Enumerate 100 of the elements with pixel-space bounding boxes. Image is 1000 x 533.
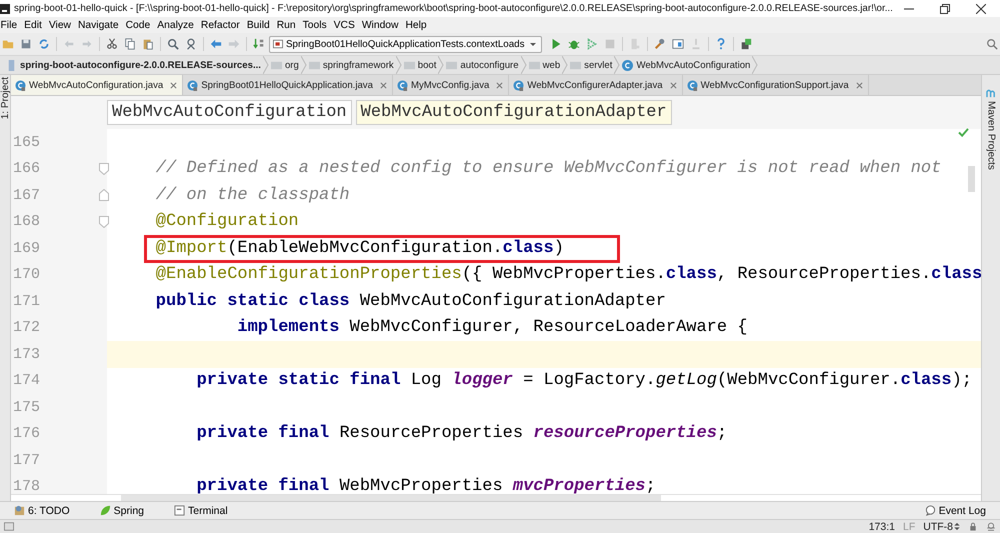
class-icon	[187, 80, 198, 90]
code-line: // Defined as a nested config to ensure WebMvcConfigurer is not read when not	[156, 159, 942, 178]
line-number: 170	[13, 266, 40, 284]
breadcrumb-item[interactable]: autoconfigure	[444, 60, 521, 70]
code-line: // on the classpath	[156, 186, 350, 205]
line-number: 172	[13, 319, 40, 336]
code-line: private final WebMvcProperties mvcProperties;	[196, 477, 656, 494]
cut-icon[interactable]	[106, 38, 118, 50]
menu-item[interactable]: View	[45, 20, 74, 30]
menu-item[interactable]: Navigate	[74, 20, 122, 30]
structure-breadcrumb[interactable]: WebMvcAutoConfiguration	[107, 100, 352, 125]
line-number: 166	[13, 160, 40, 178]
sync-icon[interactable]	[38, 38, 50, 50]
menu-item[interactable]: Edit	[20, 20, 46, 30]
folder-icon	[404, 60, 415, 70]
menu-item[interactable]: Tools	[299, 20, 330, 30]
save-icon[interactable]	[20, 38, 32, 50]
chevron-icon	[438, 56, 444, 74]
menu-item[interactable]: Analyze	[154, 20, 198, 30]
structure-breadcrumb[interactable]: WebMvcAutoConfigurationAdapter	[356, 100, 672, 125]
menu-item[interactable]: Code	[122, 20, 154, 30]
panel-toggle-icon[interactable]	[4, 522, 14, 531]
menu-item[interactable]: Build	[243, 20, 274, 30]
breadcrumb-item[interactable]: spring-boot-autoconfigure-2.0.0.RELEASE-sources...	[4, 60, 263, 70]
menu-item[interactable]: File	[0, 20, 21, 30]
scrollbar-thumb[interactable]	[968, 166, 975, 192]
menu-item[interactable]: VCS	[330, 20, 358, 30]
line-number: 177	[13, 452, 40, 469]
file-encoding[interactable]: UTF-8	[923, 520, 953, 532]
search-icon[interactable]	[986, 38, 998, 50]
breadcrumb-item[interactable]: servlet	[568, 60, 614, 70]
terminal-icon	[174, 505, 185, 516]
line-number: 171	[13, 292, 40, 310]
run-configuration-dropdown[interactable]: SpringBoot01HelloQuickApplicationTests.contextLoads	[269, 36, 542, 52]
fold-marker-icon[interactable]	[99, 189, 109, 202]
line-number: 169	[13, 240, 40, 257]
speech-bubble-icon	[924, 505, 936, 516]
fold-marker-icon[interactable]	[99, 216, 109, 228]
folder-icon	[446, 60, 458, 70]
checkmark-icon	[958, 128, 969, 137]
breadcrumb-item[interactable]: web	[526, 60, 562, 70]
menu-item[interactable]: Help	[402, 20, 430, 30]
event-log-button[interactable]: Event Log	[924, 504, 1000, 516]
tool-window-button[interactable]: Spring	[100, 504, 158, 516]
chevron-icon	[562, 56, 568, 74]
code-line: public static class WebMvcAutoConfigurationAdapter	[156, 292, 666, 311]
structure-icon[interactable]	[672, 38, 684, 50]
build-icon[interactable]	[253, 38, 265, 50]
close-icon[interactable]	[976, 4, 986, 14]
folder-icon	[528, 60, 540, 70]
tool-window-button[interactable]: Terminal	[174, 504, 242, 516]
code-line: implements WebMvcConfigurer, ResourceLoaderAware {	[237, 318, 748, 338]
menu-item[interactable]: Run	[273, 20, 300, 30]
paste-icon[interactable]	[142, 38, 154, 50]
class-icon	[15, 80, 26, 90]
line-number: 165	[13, 134, 40, 151]
chevron-icon	[300, 56, 307, 74]
menu-item[interactable]: Refactor	[197, 20, 244, 30]
chevron-icon	[396, 56, 402, 74]
help-icon[interactable]	[714, 38, 727, 50]
update-icon[interactable]	[740, 38, 752, 50]
chevron-icon	[262, 56, 269, 74]
tool-window-button[interactable]: 6: TODO	[14, 504, 84, 516]
folder-icon	[308, 60, 320, 70]
window-title: spring-boot-01-hello-quick - [F:\\spring-boot-01-hello-quick] - F:\repository\org\springframework\boot\spring-boot-autoconfigure\2.0.0.RELEASE\spring-boot-autoconfigure-2.0.0.RELEASE-sources.jar!\or...	[14, 3, 894, 14]
leaf-icon	[100, 505, 111, 516]
line-number: 168	[13, 213, 40, 230]
caret-position[interactable]: 173:1	[868, 520, 895, 532]
chevron-icon	[614, 56, 620, 74]
line-number: 178	[13, 478, 40, 494]
scrollbar-thumb[interactable]	[121, 495, 661, 501]
maven-panel-tab[interactable]: Maven Projects	[986, 101, 996, 170]
folder-icon	[270, 60, 282, 70]
editor-tab[interactable]: WebMvcAutoConfiguration.java	[11, 75, 184, 95]
lock-icon[interactable]	[968, 522, 978, 531]
breadcrumb-item[interactable]: springframework	[306, 60, 396, 70]
class-icon	[513, 80, 524, 90]
copy-icon[interactable]	[124, 38, 136, 50]
run-icon[interactable]	[550, 38, 562, 50]
editor-tab[interactable]: WebMvcConfigurationSupport.java	[682, 75, 869, 95]
test-config-icon	[273, 39, 283, 49]
line-number: 175	[13, 398, 40, 416]
jar-icon	[6, 60, 17, 70]
breadcrumb-item[interactable]: WebMvcAutoConfiguration	[620, 60, 752, 70]
breadcrumb-item[interactable]: org	[268, 60, 301, 70]
menu-item[interactable]: Window	[358, 20, 402, 30]
coverage-icon[interactable]	[586, 38, 598, 50]
back-icon[interactable]	[210, 38, 222, 50]
code-line: @Configuration	[156, 212, 299, 232]
dropdown-arrows-icon[interactable]	[954, 522, 960, 531]
find-icon[interactable]	[167, 38, 179, 50]
class-icon	[686, 80, 698, 90]
code-line: private static final Log logger = LogFactory.getLog(WebMvcConfigurer.class);	[196, 371, 972, 390]
restore-icon[interactable]	[940, 4, 950, 14]
settings-icon[interactable]	[654, 38, 666, 50]
fold-marker-icon[interactable]	[99, 162, 109, 175]
debug-icon[interactable]	[568, 38, 580, 50]
breadcrumb-item[interactable]: boot	[402, 60, 438, 70]
todo-icon	[14, 505, 25, 516]
folder-icon[interactable]	[2, 38, 14, 50]
